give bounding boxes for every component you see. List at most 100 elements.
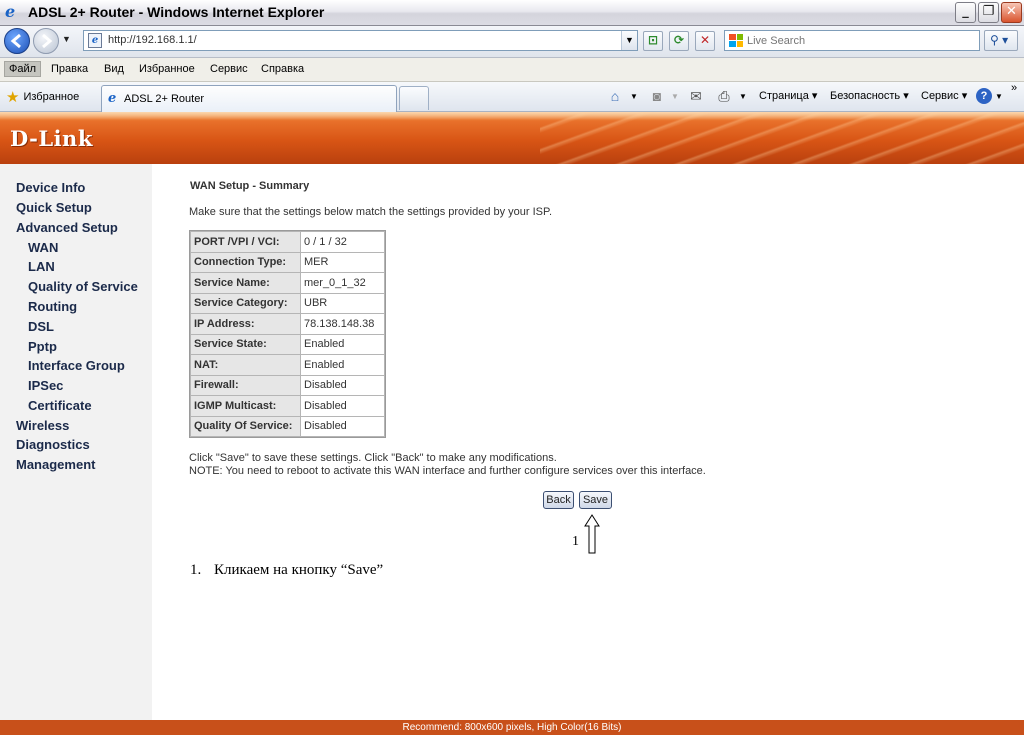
table-row: Service State: Enabled (190, 333, 385, 355)
safety-menu-label: Безопасность (830, 90, 901, 102)
print-dropdown-icon[interactable]: ▼ (739, 92, 747, 101)
table-row: IP Address: 78.138.148.38 (190, 313, 385, 335)
address-field[interactable]: e http://192.168.1.1/ ▼ (83, 30, 638, 51)
favorites-button[interactable]: ★ Избранное (6, 88, 79, 106)
nav-wan[interactable]: WAN (28, 240, 58, 255)
help-icon[interactable]: ? (976, 88, 992, 104)
dlink-header: D-Link (0, 112, 1024, 164)
feeds-dropdown-icon[interactable]: ▼ (671, 92, 679, 101)
recent-pages-dropdown-icon[interactable]: ▼ (62, 34, 71, 44)
menu-favorites[interactable]: Избранное (135, 62, 199, 76)
nav-quality-of-service[interactable]: Quality of Service (28, 279, 138, 294)
nav-quick-setup[interactable]: Quick Setup (16, 200, 92, 215)
table-row: Service Name: mer_0_1_32 (190, 272, 385, 294)
table-row: NAT: Enabled (190, 354, 385, 376)
arrow-up-icon (584, 514, 600, 554)
row-value: 78.138.148.38 (300, 313, 385, 335)
nav-diagnostics[interactable]: Diagnostics (16, 437, 90, 452)
page-menu-label: Страница (759, 90, 809, 102)
save-button[interactable]: Save (579, 491, 612, 509)
nav-pptp[interactable]: Pptp (28, 339, 57, 354)
row-label: Service Name: (190, 272, 301, 294)
close-button[interactable]: ✕ (1001, 2, 1022, 23)
stop-icon[interactable]: ✕ (695, 31, 715, 51)
row-value: Disabled (300, 415, 385, 437)
table-row: Connection Type: MER (190, 251, 385, 273)
nav-management[interactable]: Management (16, 457, 95, 472)
row-label: NAT: (190, 354, 301, 376)
url-text[interactable]: http://192.168.1.1/ (108, 34, 197, 46)
arrow-right-icon (42, 33, 53, 49)
nav-certificate[interactable]: Certificate (28, 398, 92, 413)
home-dropdown-icon[interactable]: ▼ (630, 92, 638, 101)
row-value: mer_0_1_32 (300, 272, 385, 294)
nav-device-info[interactable]: Device Info (16, 180, 85, 195)
window-title: ADSL 2+ Router - Windows Internet Explor… (28, 4, 325, 20)
tab-bar: ★ Избранное e ADSL 2+ Router ⌂ ▼ ◙ ▼ ✉ ⎙ … (0, 82, 1024, 112)
home-icon[interactable]: ⌂ (607, 88, 623, 104)
table-row: PORT /VPI / VCI: 0 / 1 / 32 (190, 231, 385, 253)
row-value: 0 / 1 / 32 (300, 231, 385, 253)
help-dropdown-icon[interactable]: ▼ (995, 92, 1003, 101)
maximize-button[interactable]: ❐ (978, 2, 999, 23)
nav-lan[interactable]: LAN (28, 259, 55, 274)
instruction-step: 1. Кликаем на кнопку “Save” (190, 562, 383, 579)
print-icon[interactable]: ⎙ (716, 88, 732, 104)
safety-menu[interactable]: Безопасность ▾ (830, 89, 909, 102)
annotation-number: 1 (572, 534, 579, 549)
menu-tools[interactable]: Сервис (206, 62, 252, 76)
back-button[interactable] (4, 28, 30, 54)
favorites-label: Избранное (23, 91, 80, 103)
menu-help[interactable]: Справка (257, 62, 308, 76)
main-content: WAN Setup - Summary Make sure that the s… (152, 164, 1024, 720)
browser-window: e ADSL 2+ Router - Windows Internet Expl… (0, 0, 1024, 735)
nav-wireless[interactable]: Wireless (16, 418, 69, 433)
search-field[interactable] (724, 30, 980, 51)
row-value: UBR (300, 292, 385, 314)
compatibility-icon[interactable]: ⊡ (643, 31, 663, 51)
menu-view[interactable]: Вид (100, 62, 128, 76)
nav-dsl[interactable]: DSL (28, 319, 54, 334)
row-value: MER (300, 251, 385, 273)
row-value: Disabled (300, 395, 385, 417)
table-row: IGMP Multicast: Disabled (190, 395, 385, 417)
page-menu[interactable]: Страница ▾ (759, 89, 817, 102)
reboot-note: NOTE: You need to reboot to activate thi… (189, 465, 706, 477)
row-label: PORT /VPI / VCI: (190, 231, 301, 253)
title-bar: e ADSL 2+ Router - Windows Internet Expl… (0, 0, 1024, 26)
tools-menu[interactable]: Сервис ▾ (921, 89, 967, 102)
back-button-page[interactable]: Back (543, 491, 574, 509)
footer: Recommend: 800x600 pixels, High Color(16… (0, 720, 1024, 735)
ie-logo-icon: e (5, 2, 16, 21)
page-icon: e (108, 91, 117, 106)
table-row: Firewall: Disabled (190, 374, 385, 396)
forward-button[interactable] (33, 28, 59, 54)
row-value: Enabled (300, 333, 385, 355)
row-label: Firewall: (190, 374, 301, 396)
nav-routing[interactable]: Routing (28, 299, 77, 314)
menu-file[interactable]: Файл (4, 61, 42, 77)
tab-router[interactable]: e ADSL 2+ Router (101, 85, 397, 112)
intro-text: Make sure that the settings below match … (189, 206, 552, 218)
nav-interface-group[interactable]: Interface Group (28, 358, 125, 373)
row-label: Quality Of Service: (190, 415, 301, 437)
tools-menu-label: Сервис (921, 90, 959, 102)
refresh-icon[interactable]: ⟳ (669, 31, 689, 51)
nav-ipsec[interactable]: IPSec (28, 378, 63, 393)
nav-advanced-setup[interactable]: Advanced Setup (16, 220, 118, 235)
address-dropdown-icon[interactable]: ▼ (621, 31, 637, 50)
menu-bar: Файл Правка Вид Избранное Сервис Справка (0, 58, 1024, 82)
row-value: Enabled (300, 354, 385, 376)
minimize-button[interactable]: _ (955, 2, 976, 23)
mail-icon[interactable]: ✉ (688, 88, 704, 104)
arrow-left-icon (10, 33, 21, 49)
feeds-icon[interactable]: ◙ (649, 88, 665, 104)
new-tab-button[interactable] (399, 86, 429, 110)
address-toolbar: ▼ e http://192.168.1.1/ ▼ ⊡ ⟳ ✕ ⚲ ▾ (0, 26, 1024, 58)
header-decoration (540, 112, 1024, 164)
row-label: Connection Type: (190, 251, 301, 273)
search-input[interactable] (747, 33, 967, 48)
search-button[interactable]: ⚲ ▾ (984, 30, 1018, 51)
chevron-more-icon[interactable]: » (1011, 82, 1017, 94)
menu-edit[interactable]: Правка (47, 62, 92, 76)
